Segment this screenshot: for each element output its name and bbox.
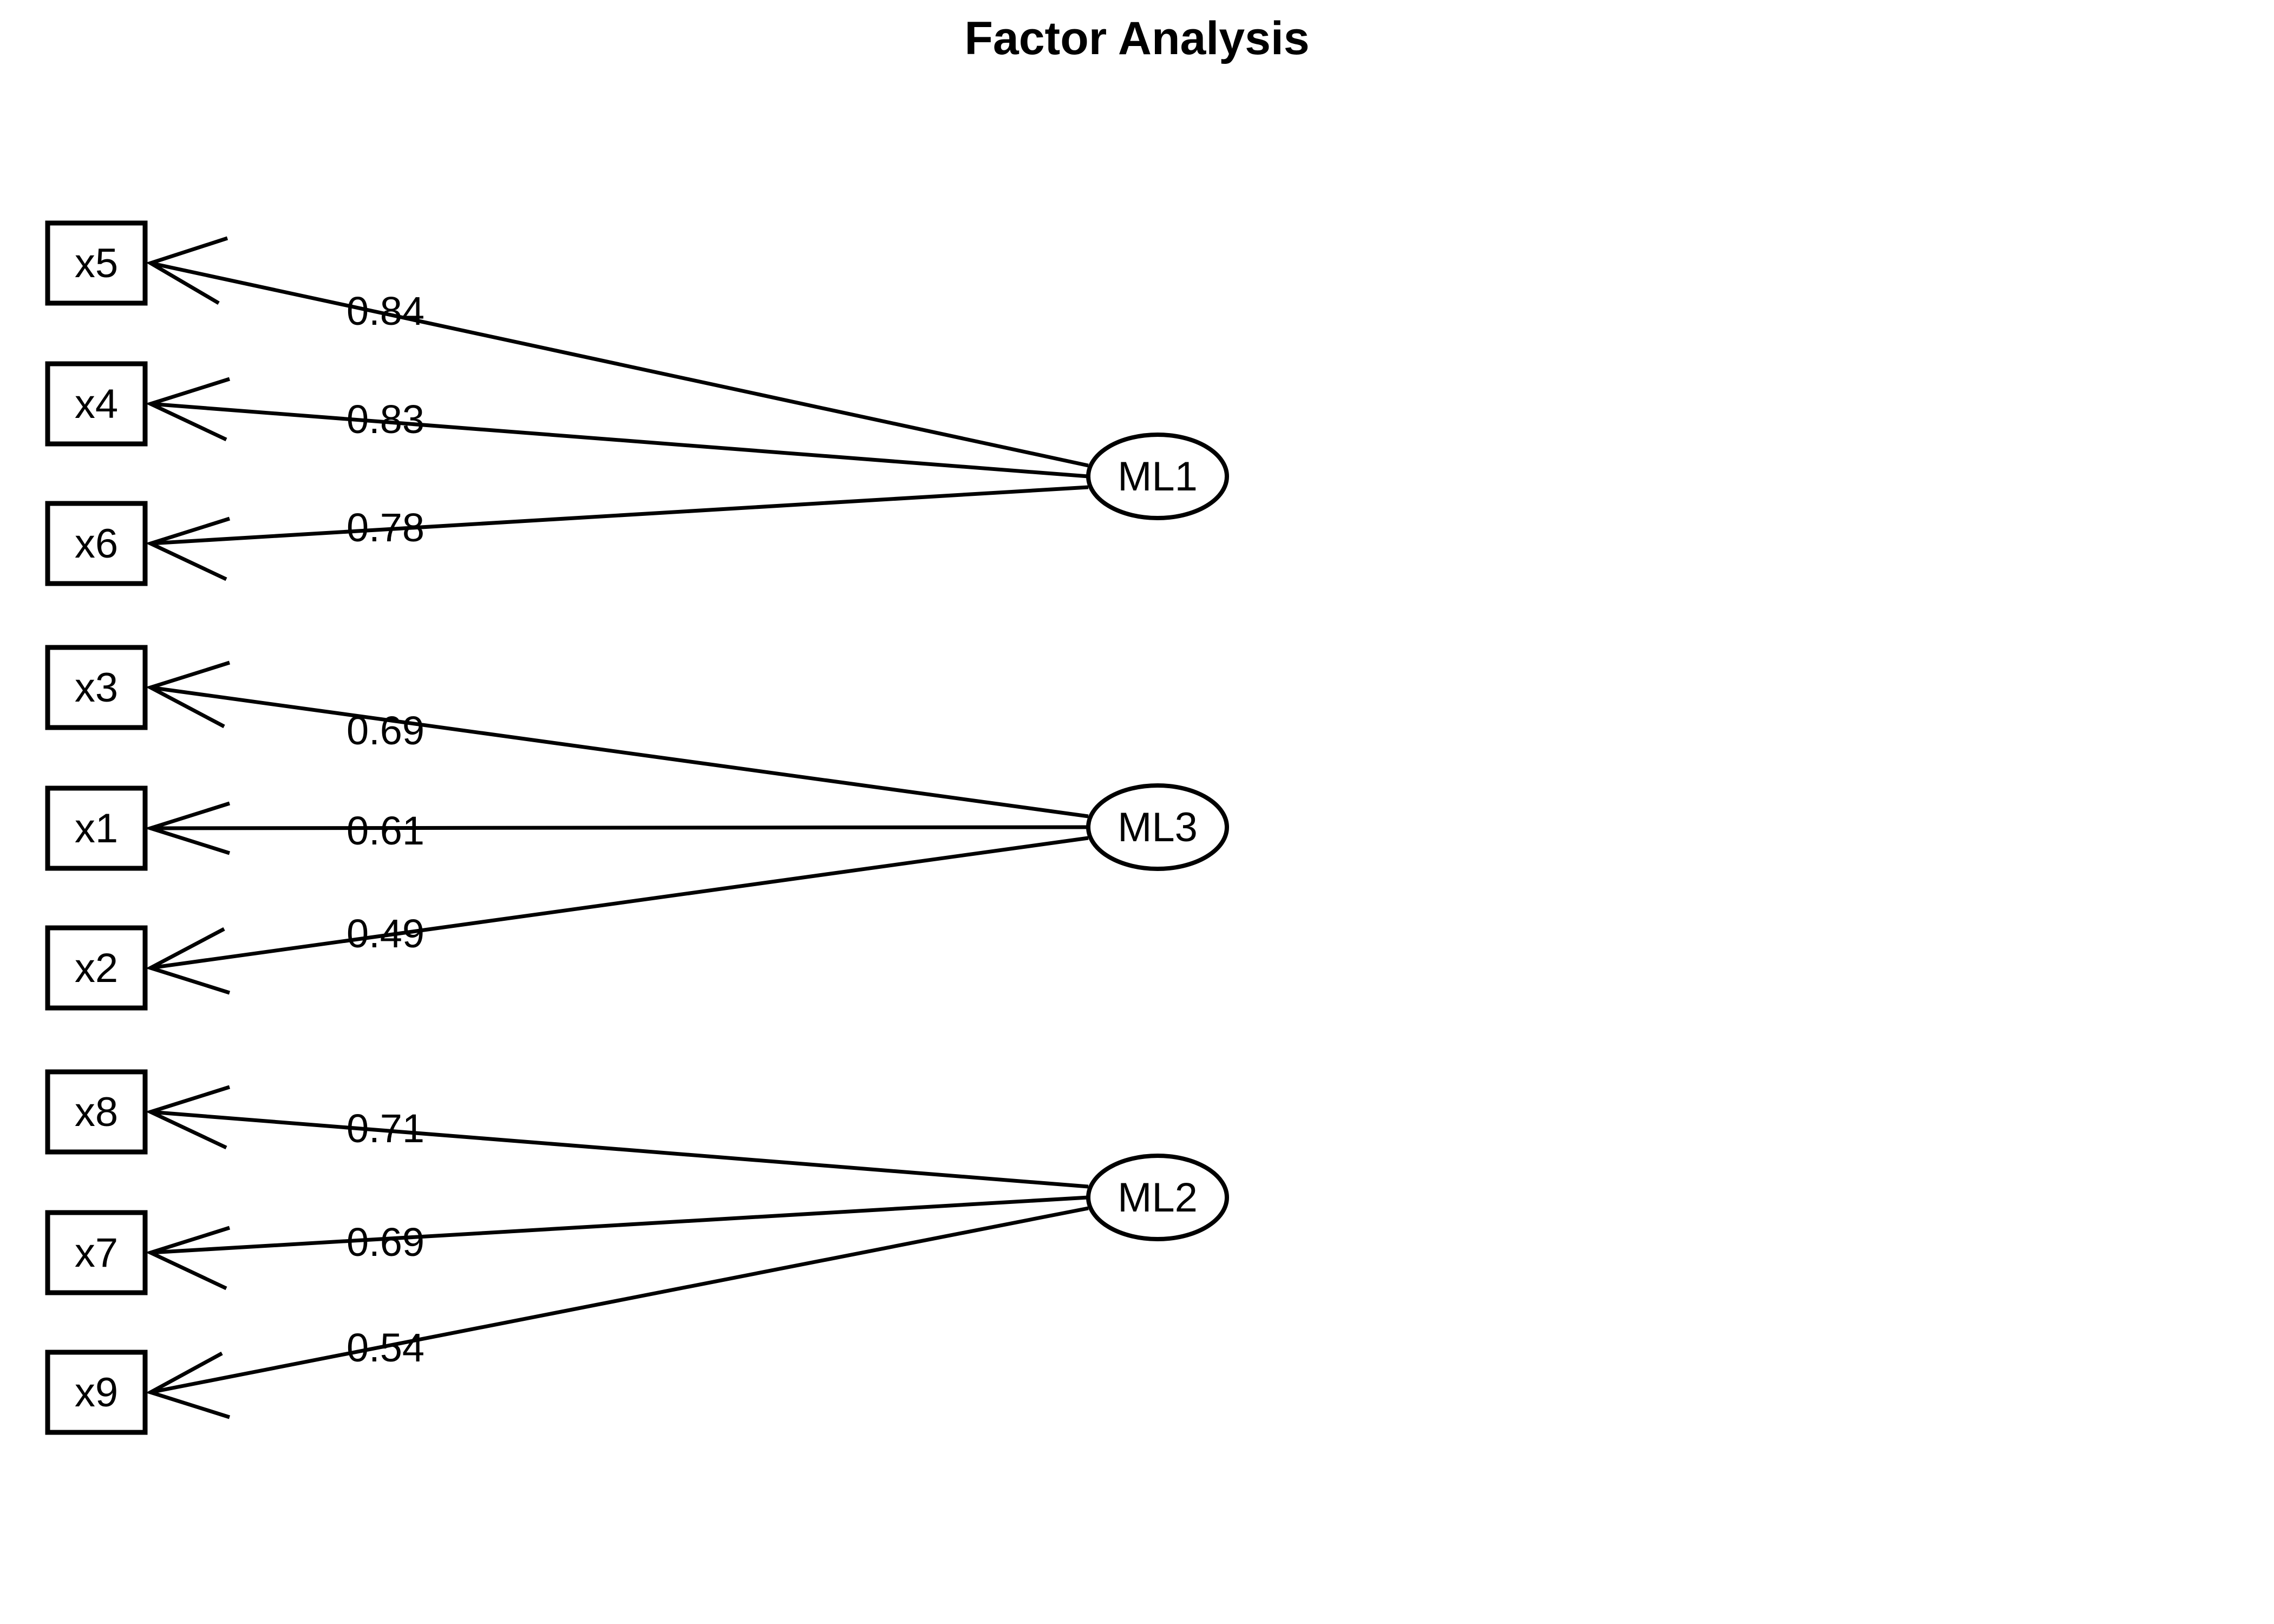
- edge-labels: 0.84 0.83 0.78 0.69 0.61 0.49 0.71 0.69 …: [347, 289, 424, 1370]
- edge-label-ml3-x1: 0.61: [347, 808, 424, 853]
- factor-analysis-diagram: Factor Analysis x5 x4 x6 x3 x1 x2 x8 x7 …: [0, 0, 2274, 1624]
- factor-node-ml3[interactable]: ML3: [1086, 783, 1229, 871]
- edge-ml3-x2: [145, 836, 1089, 995]
- edge-ml1-x6: [145, 485, 1089, 581]
- indicator-nodes: x5 x4 x6 x3 x1 x2 x8 x7 x9: [45, 220, 148, 1435]
- factor-node-ml1[interactable]: ML1: [1086, 433, 1229, 520]
- indicator-label-x9: x9: [75, 1370, 118, 1416]
- indicator-node-x6[interactable]: x6: [45, 501, 148, 586]
- indicator-label-x5: x5: [75, 240, 118, 286]
- indicator-label-x1: x1: [75, 806, 118, 852]
- indicator-node-x8[interactable]: x8: [45, 1069, 148, 1155]
- factor-label-ml3: ML3: [1118, 804, 1198, 850]
- factor-nodes: ML1 ML3 ML2: [1086, 433, 1229, 1241]
- edge-label-ml3-x3: 0.69: [347, 708, 424, 753]
- edge-ml2-x7: [145, 1195, 1089, 1291]
- factor-label-ml1: ML1: [1118, 454, 1198, 500]
- edge-label-ml1-x6: 0.78: [347, 505, 424, 550]
- indicator-node-x7[interactable]: x7: [45, 1210, 148, 1295]
- edge-label-ml3-x2: 0.49: [347, 911, 424, 956]
- edge-group-ml2: [145, 1085, 1089, 1419]
- edge-label-ml2-x8: 0.71: [347, 1106, 424, 1151]
- edge-label-ml2-x9: 0.54: [347, 1325, 424, 1370]
- edge-ml2-x9: [146, 1206, 1089, 1419]
- edge-ml2-x8: [145, 1085, 1089, 1189]
- edge-ml1-x5: [146, 236, 1089, 468]
- edge-label-ml2-x7: 0.69: [347, 1220, 424, 1265]
- indicator-node-x9[interactable]: x9: [45, 1350, 148, 1435]
- indicator-label-x4: x4: [75, 381, 118, 427]
- indicator-node-x2[interactable]: x2: [45, 925, 148, 1011]
- indicator-label-x7: x7: [75, 1230, 118, 1276]
- factor-node-ml2[interactable]: ML2: [1086, 1154, 1229, 1241]
- indicator-label-x8: x8: [75, 1089, 118, 1135]
- indicator-node-x4[interactable]: x4: [45, 361, 148, 447]
- indicator-label-x2: x2: [75, 945, 118, 991]
- edge-label-ml1-x5: 0.84: [347, 289, 424, 333]
- indicator-node-x5[interactable]: x5: [45, 220, 148, 306]
- edge-group-ml1: [145, 236, 1089, 581]
- indicator-label-x6: x6: [75, 521, 118, 567]
- edge-label-ml1-x4: 0.83: [347, 397, 424, 442]
- factor-label-ml2: ML2: [1118, 1175, 1198, 1221]
- edge-ml3-x1: [144, 801, 1089, 855]
- edge-ml3-x3: [145, 660, 1089, 818]
- edge-ml1-x4: [145, 377, 1089, 479]
- edge-group-ml3: [144, 660, 1089, 995]
- diagram-canvas: x5 x4 x6 x3 x1 x2 x8 x7 x9 ML1 ML3 ML2 0…: [45, 220, 1229, 1435]
- indicator-node-x1[interactable]: x1: [45, 785, 148, 871]
- indicator-label-x3: x3: [75, 665, 118, 711]
- indicator-node-x3[interactable]: x3: [45, 645, 148, 730]
